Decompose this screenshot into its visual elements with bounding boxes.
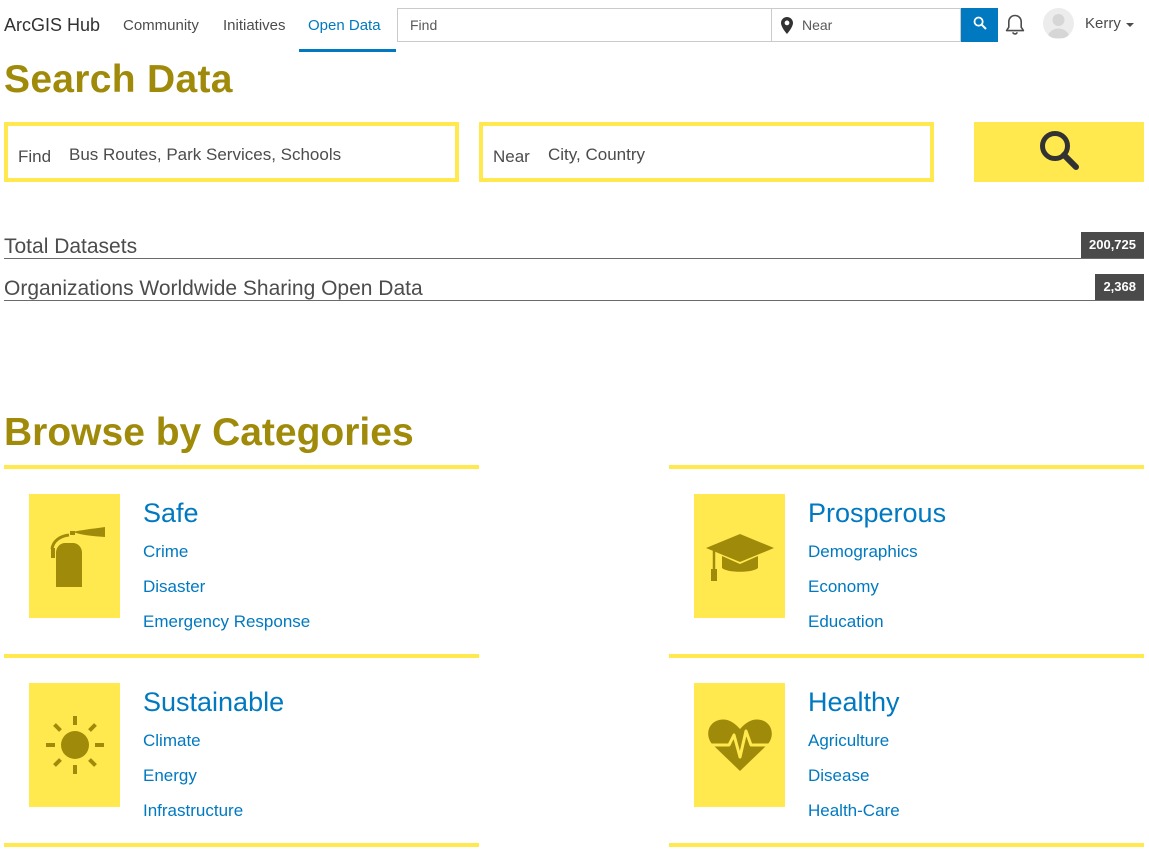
- stat-count-badge: 2,368: [1095, 274, 1144, 300]
- category-link-infrastructure[interactable]: Infrastructure: [143, 801, 243, 821]
- category-title-prosperous[interactable]: Prosperous: [808, 498, 946, 529]
- category-divider: [4, 843, 479, 847]
- category-divider: [669, 843, 1144, 847]
- graduation-cap-icon: [694, 494, 785, 618]
- category-link-emergency-response[interactable]: Emergency Response: [143, 612, 310, 632]
- nav-link-open-data[interactable]: Open Data: [308, 17, 381, 34]
- user-avatar[interactable]: [1043, 8, 1074, 39]
- location-pin-icon: [781, 17, 793, 39]
- top-search-button[interactable]: [961, 8, 998, 42]
- category-link-disease[interactable]: Disease: [808, 766, 869, 786]
- brand-link[interactable]: ArcGIS Hub: [4, 15, 100, 36]
- category-link-economy[interactable]: Economy: [808, 577, 879, 597]
- stat-count-badge: 200,725: [1081, 232, 1144, 258]
- category-link-disaster[interactable]: Disaster: [143, 577, 205, 597]
- top-near-input[interactable]: [802, 17, 952, 33]
- search-icon: [1037, 128, 1081, 177]
- category-link-crime[interactable]: Crime: [143, 542, 188, 562]
- category-link-climate[interactable]: Climate: [143, 731, 201, 751]
- page-title: Search Data: [4, 58, 233, 101]
- category-card-safe: Safe Crime Disaster Emergency Response: [4, 465, 479, 655]
- stat-label: Total Datasets: [4, 235, 138, 258]
- top-navigation: ArcGIS Hub Community Initiatives Open Da…: [0, 0, 1149, 52]
- fire-extinguisher-icon: [29, 494, 120, 618]
- category-link-education[interactable]: Education: [808, 612, 884, 632]
- near-label: Near: [493, 147, 530, 166]
- find-label: Find: [18, 147, 52, 166]
- top-near-field: [771, 8, 961, 42]
- find-field: Find: [4, 122, 459, 182]
- notifications-bell-icon[interactable]: [1002, 12, 1028, 38]
- category-card-healthy: Healthy Agriculture Disease Health-Care: [669, 654, 1144, 844]
- chevron-down-icon[interactable]: [1126, 23, 1134, 27]
- category-link-agriculture[interactable]: Agriculture: [808, 731, 889, 751]
- category-title-safe[interactable]: Safe: [143, 498, 199, 529]
- heart-pulse-icon: [694, 683, 785, 807]
- active-tab-indicator: [299, 49, 396, 52]
- category-card-sustainable: Sustainable Climate Energy Infrastructur…: [4, 654, 479, 844]
- category-title-healthy[interactable]: Healthy: [808, 687, 900, 718]
- category-card-prosperous: Prosperous Demographics Economy Educatio…: [669, 465, 1144, 655]
- find-input[interactable]: [69, 143, 449, 167]
- user-menu-name[interactable]: Kerry: [1085, 15, 1121, 32]
- top-find-input[interactable]: [410, 17, 760, 33]
- stat-total-datasets: Total Datasets 200,725: [4, 232, 1144, 259]
- sun-icon: [29, 683, 120, 807]
- top-find-field: [397, 8, 771, 42]
- near-field: Near: [479, 122, 934, 182]
- search-icon: [973, 16, 987, 35]
- nav-link-community[interactable]: Community: [123, 17, 199, 34]
- near-input[interactable]: [548, 143, 918, 167]
- section-title: Browse by Categories: [4, 411, 414, 454]
- category-link-demographics[interactable]: Demographics: [808, 542, 918, 562]
- category-title-sustainable[interactable]: Sustainable: [143, 687, 284, 718]
- search-button[interactable]: [974, 122, 1144, 182]
- category-link-energy[interactable]: Energy: [143, 766, 197, 786]
- stat-label: Organizations Worldwide Sharing Open Dat…: [4, 277, 423, 300]
- stat-organizations: Organizations Worldwide Sharing Open Dat…: [4, 274, 1144, 301]
- category-link-health-care[interactable]: Health-Care: [808, 801, 900, 821]
- nav-link-initiatives[interactable]: Initiatives: [223, 17, 286, 34]
